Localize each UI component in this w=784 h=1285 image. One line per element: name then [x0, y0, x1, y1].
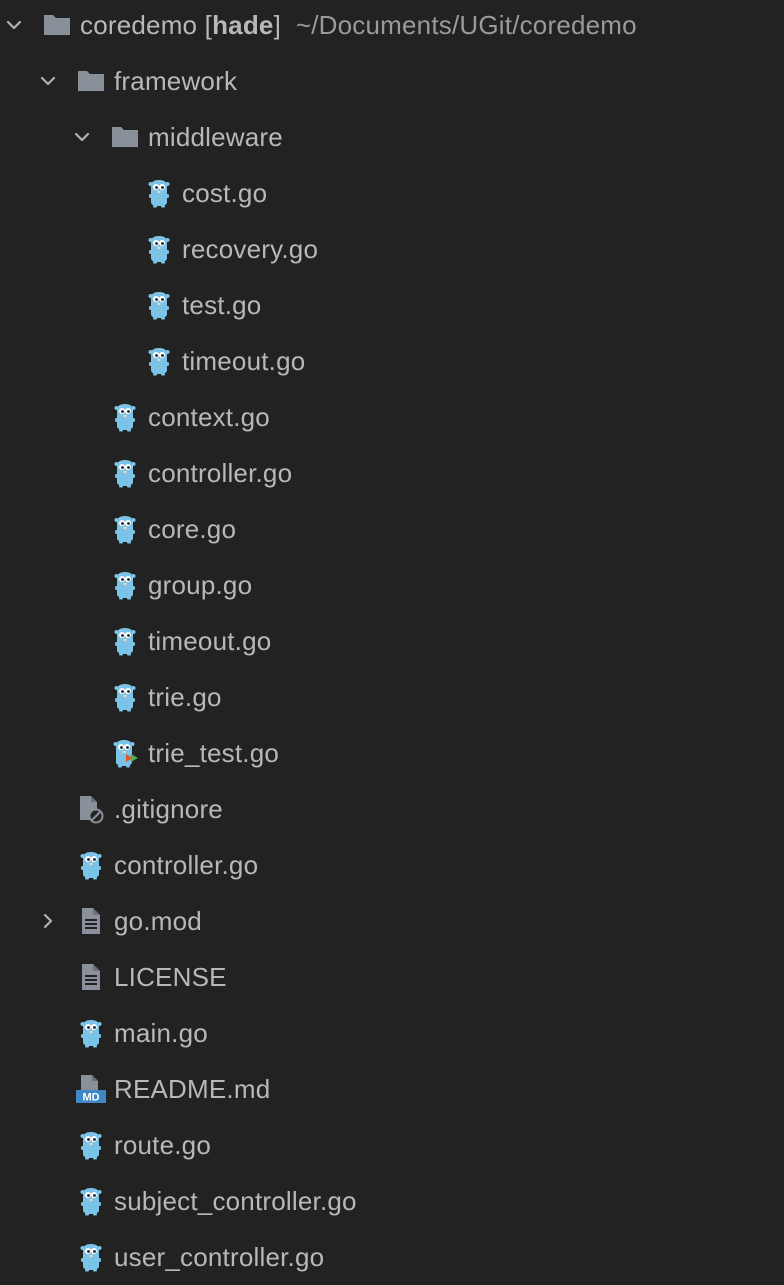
go-file-icon — [142, 176, 176, 210]
text-file-icon — [74, 904, 108, 938]
tree-item-label: timeout.go — [148, 626, 272, 656]
tree-item[interactable]: core.go — [0, 501, 784, 557]
go-file-icon — [108, 568, 142, 602]
go-test-file-icon — [108, 736, 142, 770]
tree-item[interactable]: MD README.md — [0, 1061, 784, 1117]
tree-item[interactable]: .gitignore — [0, 781, 784, 837]
tree-item[interactable]: LICENSE — [0, 949, 784, 1005]
tree-item[interactable]: recovery.go — [0, 221, 784, 277]
tree-item-label: cost.go — [182, 178, 268, 208]
branch-close-bracket: ] — [273, 10, 281, 40]
go-file-icon — [74, 848, 108, 882]
tree-item[interactable]: context.go — [0, 389, 784, 445]
project-file-tree: coredemo [hade] ~/Documents/UGit/coredem… — [0, 0, 784, 1274]
tree-item-label: recovery.go — [182, 234, 319, 264]
tree-item[interactable]: cost.go — [0, 165, 784, 221]
tree-item[interactable]: group.go — [0, 557, 784, 613]
project-root-label: coredemo [hade] ~/Documents/UGit/coredem… — [80, 0, 637, 53]
go-file-icon — [108, 680, 142, 714]
folder-icon — [74, 64, 108, 98]
go-file-icon — [74, 1128, 108, 1162]
project-name: coredemo — [80, 10, 198, 40]
go-file-icon — [108, 512, 142, 546]
tree-item[interactable]: test.go — [0, 277, 784, 333]
tree-item-label: user_controller.go — [114, 1242, 325, 1272]
svg-text:MD: MD — [82, 1092, 99, 1104]
tree-item-label: framework — [114, 66, 238, 96]
tree-item-label: core.go — [148, 514, 237, 544]
go-file-icon — [108, 400, 142, 434]
tree-item[interactable]: framework — [0, 53, 784, 109]
tree-item-label: middleware — [148, 122, 283, 152]
chevron-down-icon[interactable] — [34, 67, 62, 95]
branch-open-bracket: [ — [197, 10, 213, 40]
tree-item-label: timeout.go — [182, 346, 306, 376]
tree-item[interactable]: user_controller.go — [0, 1229, 784, 1285]
tree-item[interactable]: main.go — [0, 1005, 784, 1061]
go-file-icon — [142, 344, 176, 378]
go-file-icon — [108, 456, 142, 490]
tree-root-row[interactable]: coredemo [hade] ~/Documents/UGit/coredem… — [0, 0, 784, 53]
folder-icon — [40, 8, 74, 42]
tree-item[interactable]: controller.go — [0, 445, 784, 501]
gitignore-file-icon — [74, 792, 108, 826]
branch-name: hade — [212, 10, 274, 40]
go-file-icon — [142, 232, 176, 266]
chevron-down-icon[interactable] — [68, 123, 96, 151]
project-path: ~/Documents/UGit/coredemo — [295, 10, 637, 40]
tree-item-label: context.go — [148, 402, 270, 432]
tree-item-label: subject_controller.go — [114, 1186, 357, 1216]
tree-item[interactable]: subject_controller.go — [0, 1173, 784, 1229]
markdown-file-icon: MD — [74, 1072, 108, 1106]
text-file-icon — [74, 960, 108, 994]
tree-item[interactable]: timeout.go — [0, 613, 784, 669]
go-file-icon — [108, 624, 142, 658]
chevron-down-icon[interactable] — [0, 11, 28, 39]
folder-icon — [108, 120, 142, 154]
tree-item-label: README.md — [114, 1074, 271, 1104]
tree-item-label: route.go — [114, 1130, 212, 1160]
tree-item[interactable]: middleware — [0, 109, 784, 165]
tree-item[interactable]: trie.go — [0, 669, 784, 725]
tree-item-label: test.go — [182, 290, 262, 320]
tree-item-label: LICENSE — [114, 962, 227, 992]
tree-item[interactable]: controller.go — [0, 837, 784, 893]
tree-item[interactable]: trie_test.go — [0, 725, 784, 781]
go-file-icon — [74, 1240, 108, 1274]
go-file-icon — [74, 1184, 108, 1218]
go-file-icon — [74, 1016, 108, 1050]
tree-item[interactable]: timeout.go — [0, 333, 784, 389]
go-file-icon — [142, 288, 176, 322]
tree-item-label: controller.go — [114, 850, 259, 880]
tree-item-label: controller.go — [148, 458, 293, 488]
tree-item-label: trie_test.go — [148, 738, 280, 768]
tree-item-label: main.go — [114, 1018, 208, 1048]
tree-item-label: .gitignore — [114, 794, 223, 824]
tree-item-label: trie.go — [148, 682, 222, 712]
tree-item[interactable]: go.mod — [0, 893, 784, 949]
tree-item-label: go.mod — [114, 906, 202, 936]
tree-item-label: group.go — [148, 570, 253, 600]
tree-item[interactable]: route.go — [0, 1117, 784, 1173]
chevron-right-icon[interactable] — [34, 907, 62, 935]
